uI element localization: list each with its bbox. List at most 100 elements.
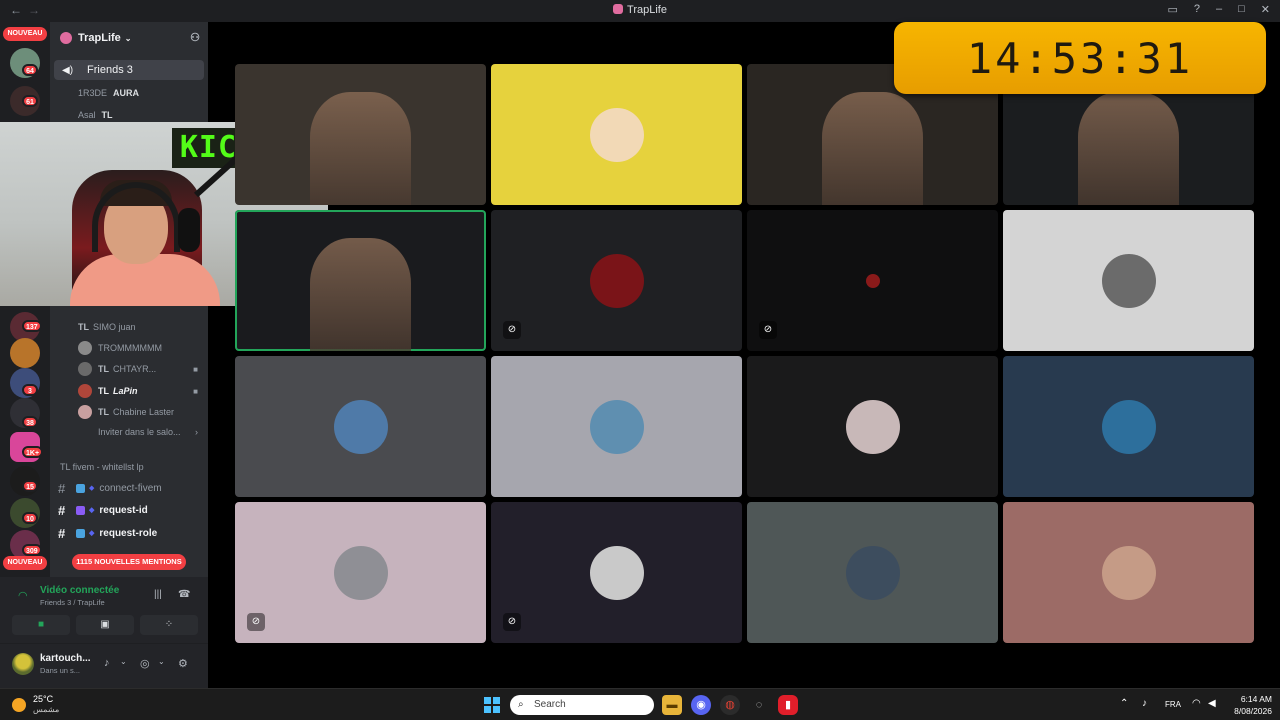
windows-start-icon[interactable]: [484, 697, 500, 713]
participant-avatar: [845, 399, 900, 454]
server-badge: 3: [22, 384, 38, 396]
signal-icon[interactable]: ◠: [18, 589, 28, 602]
add-user-icon[interactable]: ⚇: [190, 31, 200, 44]
participant-tile[interactable]: ⊘: [747, 210, 998, 351]
participant-tile[interactable]: [235, 356, 486, 497]
weather-temp[interactable]: 25°C: [33, 694, 53, 704]
wifi-icon[interactable]: ◠: [1192, 698, 1201, 709]
taskbar-search[interactable]: ⌕ Search: [510, 695, 654, 715]
channel-emoji-icon: [76, 528, 85, 538]
microphone-icon[interactable]: ♪: [1142, 698, 1147, 709]
user-name: kartouch...: [40, 653, 91, 664]
file-explorer-icon[interactable]: ▬: [662, 695, 682, 715]
disconnect-icon[interactable]: ☎: [178, 589, 190, 600]
server-avatar-icon: [60, 32, 72, 44]
voice-channel-name: Friends 3: [87, 64, 133, 76]
participant-tile[interactable]: [235, 64, 486, 205]
participant-avatar: [589, 253, 644, 308]
diamond-icon: ◆: [89, 485, 95, 492]
channel-request-id[interactable]: # ◆ request-id: [58, 500, 204, 520]
user-avatar: [78, 384, 92, 398]
invite-label: Inviter dans le salo...: [98, 427, 181, 437]
speaker-icon: ◀): [62, 64, 74, 76]
participant-tile[interactable]: [747, 356, 998, 497]
participant-avatar: [1101, 545, 1156, 600]
clock-overlay: 14:53:31: [894, 22, 1266, 94]
video-icon: ■: [193, 364, 198, 374]
inbox-icon[interactable]: ▭: [1167, 3, 1177, 16]
participant-tile[interactable]: [1003, 210, 1254, 351]
app-icon[interactable]: ▮: [778, 695, 798, 715]
participant-tile[interactable]: [1003, 356, 1254, 497]
voice-user-tag: TL: [98, 386, 109, 396]
sun-icon[interactable]: [12, 698, 26, 712]
participant-tile[interactable]: [491, 64, 742, 205]
chevron-down-icon[interactable]: ⌄: [158, 657, 165, 666]
voice-channel-friends-3[interactable]: ◀) Friends 3: [54, 60, 204, 80]
new-mentions-banner[interactable]: 1115 NOUVELLES MENTIONS: [72, 554, 186, 570]
participant-tile[interactable]: ⊘: [235, 502, 486, 643]
participant-tile[interactable]: ⊘: [491, 502, 742, 643]
chevron-down-icon[interactable]: ⌄: [120, 657, 127, 666]
channel-emoji-icon: [76, 505, 85, 515]
avatar[interactable]: [12, 653, 34, 675]
channel-name: request-role: [99, 527, 158, 539]
language-indicator[interactable]: FRA: [1165, 700, 1181, 709]
channel-name: connect-fivem: [99, 482, 162, 494]
category-name: TL fivem - whitellst lp: [60, 462, 144, 472]
invite-to-channel[interactable]: Inviter dans le salo... ›: [98, 427, 204, 437]
participant-tile[interactable]: [1003, 502, 1254, 643]
taskbar-date[interactable]: 8/08/2026: [1222, 706, 1272, 716]
microphone-icon[interactable]: ♪: [104, 657, 110, 669]
voice-user[interactable]: TROMMMMMM: [78, 339, 204, 357]
participant-video: [310, 238, 411, 351]
server-header[interactable]: TrapLife ⌄ ⚇: [50, 22, 208, 54]
server-badge: 137: [22, 320, 42, 332]
voice-user[interactable]: TL Chabine Laster: [78, 403, 204, 421]
participant-video: [310, 92, 411, 205]
participant-tile[interactable]: [747, 502, 998, 643]
maximize-button[interactable]: □: [1238, 3, 1245, 16]
channel-request-role[interactable]: # ◆ request-role: [58, 523, 204, 543]
chevron-up-icon[interactable]: ⌃: [1120, 698, 1128, 709]
voice-user[interactable]: TL CHTAYR... ■: [78, 360, 204, 378]
server-icon[interactable]: [10, 338, 40, 368]
voice-user[interactable]: TL LaPin ■: [78, 382, 204, 400]
voice-user-name: TROMMMMMM: [98, 343, 162, 353]
close-button[interactable]: ✕: [1261, 3, 1270, 16]
minimize-button[interactable]: –: [1216, 3, 1222, 16]
help-icon[interactable]: ?: [1194, 3, 1200, 16]
participant-tile[interactable]: ⊘: [491, 210, 742, 351]
headphones-icon[interactable]: ◎: [140, 657, 150, 670]
hash-icon: #: [58, 480, 66, 496]
participant-tile[interactable]: [235, 210, 486, 351]
taskbar-time[interactable]: 6:14 AM: [1228, 694, 1272, 704]
voice-user[interactable]: 1R3DE AURA: [78, 84, 204, 102]
noise-suppression-icon[interactable]: |||: [154, 589, 162, 600]
channel-connect-fivem[interactable]: # ◆ connect-fivem: [58, 478, 204, 498]
category-header[interactable]: TL fivem - whitellst lp: [60, 462, 144, 472]
screen-share-button[interactable]: ▣: [76, 615, 134, 635]
voice-user-name: 1R3DE: [78, 88, 108, 98]
participant-avatar: [1101, 399, 1156, 454]
voice-user[interactable]: TL SIMO juan: [78, 318, 204, 336]
server-badge: 309: [22, 544, 42, 556]
camera-button[interactable]: ■: [12, 615, 70, 635]
participant-avatar: [1101, 253, 1156, 308]
new-badge: NOUVEAU: [3, 556, 47, 570]
gear-icon[interactable]: ⚙: [178, 657, 188, 670]
muted-mic-icon: ⊘: [503, 613, 521, 631]
user-avatar: [78, 362, 92, 376]
participant-video: [822, 92, 923, 205]
volume-icon[interactable]: ◀: [1208, 698, 1216, 709]
voice-user-tag: TL: [101, 110, 113, 120]
activities-button[interactable]: ⁘: [140, 615, 198, 635]
user-panel: kartouch... Dans un s... ♪ ⌄ ◎ ⌄ ⚙: [0, 643, 208, 688]
chrome-icon[interactable]: ◍: [720, 695, 740, 715]
participant-avatar: [865, 273, 880, 288]
participant-tile[interactable]: [491, 356, 742, 497]
voice-status-subtitle[interactable]: Friends 3 / TrapLife: [40, 598, 105, 607]
discord-icon[interactable]: ◉: [691, 695, 711, 715]
obs-icon[interactable]: ◌: [749, 695, 769, 715]
hash-icon: #: [58, 502, 66, 518]
